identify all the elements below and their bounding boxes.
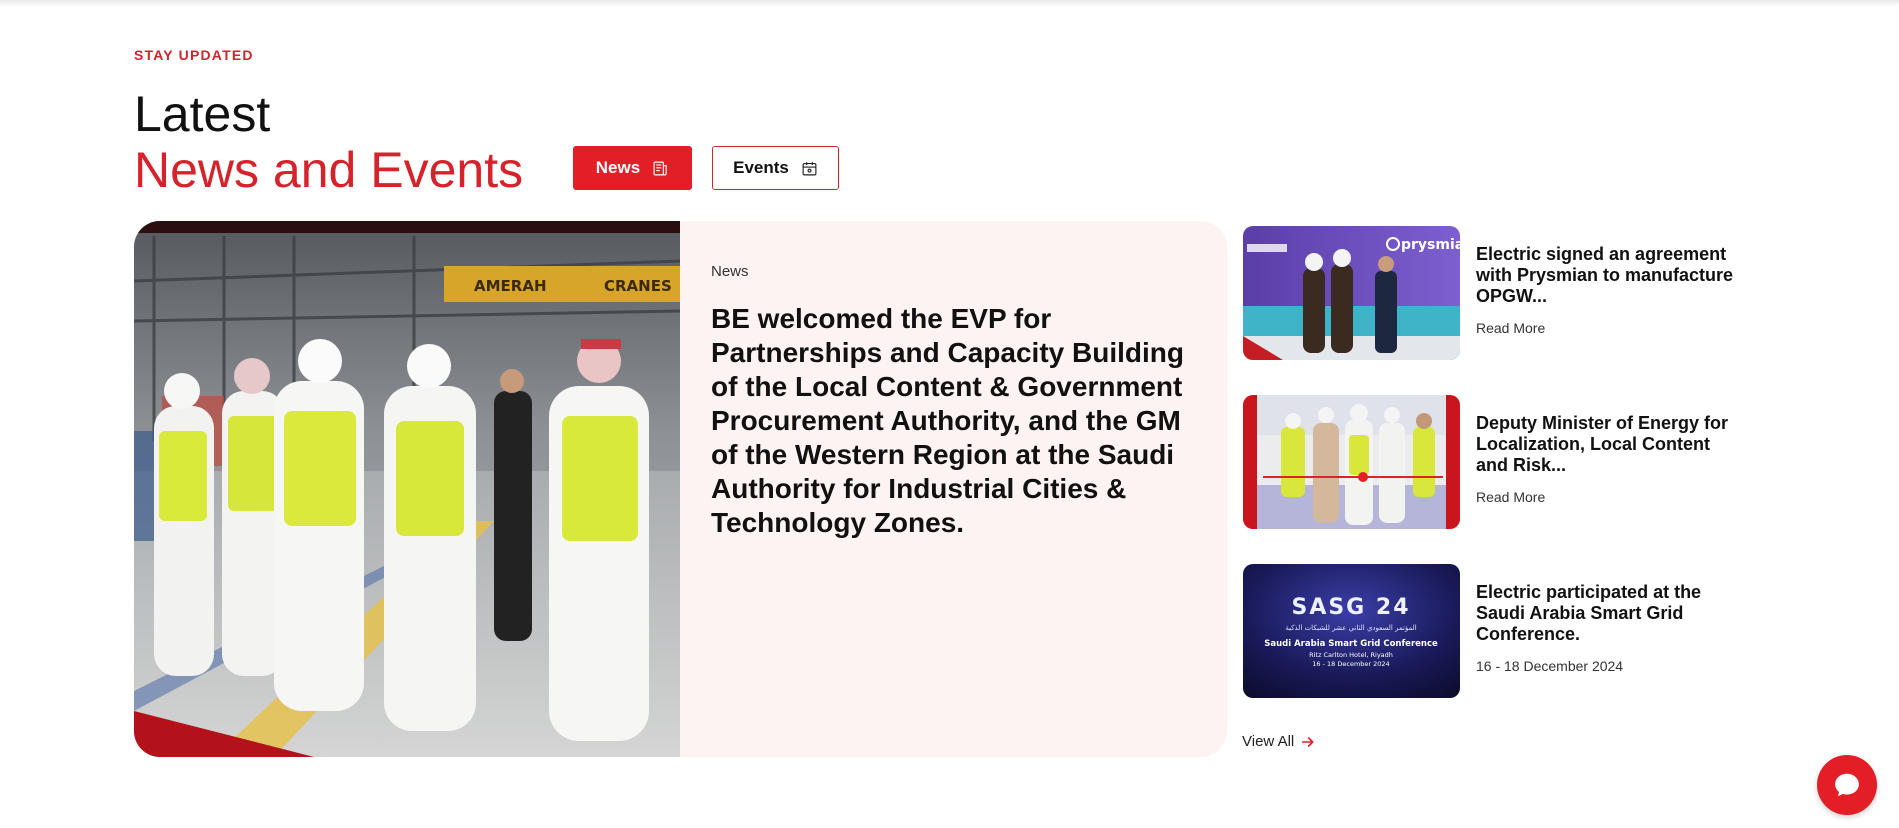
- news-list-item[interactable]: SASG 24 المؤتمر السعودي الثاني عشر للشبك…: [1243, 564, 1701, 698]
- section-title-line1: Latest: [134, 86, 271, 142]
- news-list-item[interactable]: prysmian Electric signed an agreement wi…: [1243, 226, 1733, 360]
- news-events-tabs: News Events: [573, 146, 839, 190]
- view-all-label: View All: [1242, 733, 1295, 750]
- chat-bubble-icon: [1835, 773, 1859, 797]
- conference-venue-text: Ritz Carlton Hotel, Riyadh: [1309, 651, 1393, 659]
- tab-events[interactable]: Events: [712, 146, 839, 190]
- news-item-title[interactable]: Deputy Minister of Energy for Localizati…: [1476, 413, 1736, 476]
- featured-news-headline[interactable]: BE welcomed the EVP for Partnerships and…: [711, 302, 1191, 540]
- calendar-icon: [802, 161, 817, 175]
- read-more-link[interactable]: Read More: [1476, 489, 1545, 505]
- news-thumbnail: [1243, 395, 1460, 529]
- read-more-link[interactable]: Read More: [1476, 320, 1545, 336]
- sign-right-text: CRANES: [604, 277, 672, 295]
- featured-news-card[interactable]: AMERAH CRANES News BE welcomed the EVP f…: [134, 221, 1227, 757]
- conference-name-text: Saudi Arabia Smart Grid Conference: [1264, 639, 1438, 649]
- sasg-logo-text: SASG 24: [1291, 595, 1410, 620]
- featured-news-text: News BE welcomed the EVP for Partnership…: [711, 263, 1191, 540]
- news-item-title[interactable]: Electric signed an agreement with Prysmi…: [1476, 244, 1736, 307]
- news-item-title[interactable]: Electric participated at the Saudi Arabi…: [1476, 582, 1736, 645]
- arrow-right-icon: [1302, 736, 1314, 747]
- news-thumbnail: SASG 24 المؤتمر السعودي الثاني عشر للشبك…: [1243, 564, 1460, 698]
- news-list-item[interactable]: Deputy Minister of Energy for Localizati…: [1243, 395, 1728, 529]
- tab-events-label: Events: [733, 158, 789, 177]
- prysmian-logo-text: prysmian: [1401, 237, 1460, 253]
- top-bar: [0, 0, 1899, 4]
- featured-news-image: AMERAH CRANES: [134, 221, 680, 757]
- section-eyebrow: STAY UPDATED: [134, 47, 254, 63]
- conference-date-text: 16 - 18 December 2024: [1312, 660, 1389, 668]
- news-thumbnail: prysmian: [1243, 226, 1460, 360]
- tab-news[interactable]: News: [573, 146, 692, 190]
- featured-news-category: News: [711, 263, 749, 280]
- sign-left-text: AMERAH: [474, 277, 547, 295]
- news-icon: [653, 161, 667, 175]
- event-date: 16 - 18 December 2024: [1476, 658, 1624, 674]
- section-title-line2: News and Events: [134, 142, 524, 198]
- conference-arabic-text: المؤتمر السعودي الثاني عشر للشبكات الذكي…: [1285, 624, 1416, 632]
- tab-news-label: News: [595, 158, 641, 177]
- chat-button[interactable]: [1817, 755, 1877, 815]
- view-all-link[interactable]: View All: [1242, 733, 1316, 750]
